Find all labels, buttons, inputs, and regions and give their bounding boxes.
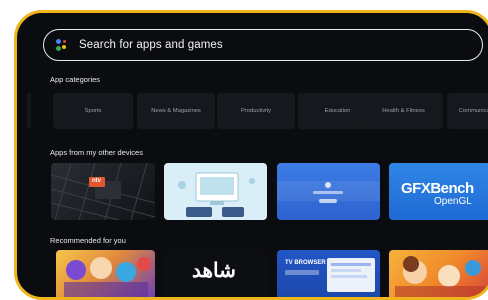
- search-bar[interactable]: Search for apps and games: [43, 29, 483, 61]
- tv-browser-graphic: [285, 258, 375, 292]
- cartoon-graphic: [64, 257, 151, 297]
- ntv-badge: ntv: [92, 178, 101, 184]
- search-placeholder: Search for apps and games: [79, 39, 223, 51]
- blue-setup-graphic: [277, 181, 380, 203]
- categories-heading: App categories: [50, 75, 101, 84]
- category-health[interactable]: Health & Fitness: [364, 93, 443, 129]
- google-assistant-icon[interactable]: [56, 39, 70, 51]
- app-tile-device-sync[interactable]: [164, 163, 267, 220]
- device-sync-graphic: [178, 172, 255, 217]
- tv-screen: Search for apps and games App categories…: [14, 10, 488, 300]
- category-communication[interactable]: Communication: [447, 93, 488, 129]
- category-sports[interactable]: Sports: [53, 93, 133, 129]
- category-news[interactable]: News & Magazines: [137, 93, 215, 129]
- category-productivity[interactable]: Productivity: [217, 93, 295, 129]
- recommended-heading: Recommended for you: [50, 236, 126, 245]
- shahid-logo-text: شاهد: [192, 260, 236, 282]
- app-tile-kids[interactable]: [389, 250, 488, 297]
- app-tile-blue-setup[interactable]: [277, 163, 380, 220]
- app-tile-gfxbench[interactable]: GFXBench OpenGL: [389, 163, 488, 220]
- gfxbench-title: GFXBench: [401, 180, 474, 197]
- app-tile-shahid[interactable]: شاهد: [164, 250, 267, 297]
- category-partial: [27, 93, 31, 129]
- app-tile-cartoon[interactable]: [56, 250, 155, 297]
- device-frame: Search for apps and games App categories…: [0, 0, 488, 300]
- other-devices-heading: Apps from my other devices: [50, 148, 143, 157]
- kids-graphic: [395, 256, 485, 297]
- app-tile-ntv[interactable]: ntv: [51, 163, 155, 220]
- app-tile-tv-browser[interactable]: TV BROWSER: [277, 250, 380, 297]
- category-row: Sports News & Magazines Productivity Edu…: [27, 93, 488, 129]
- gfxbench-subtitle: OpenGL: [434, 196, 472, 207]
- ntv-graphic: [51, 163, 155, 220]
